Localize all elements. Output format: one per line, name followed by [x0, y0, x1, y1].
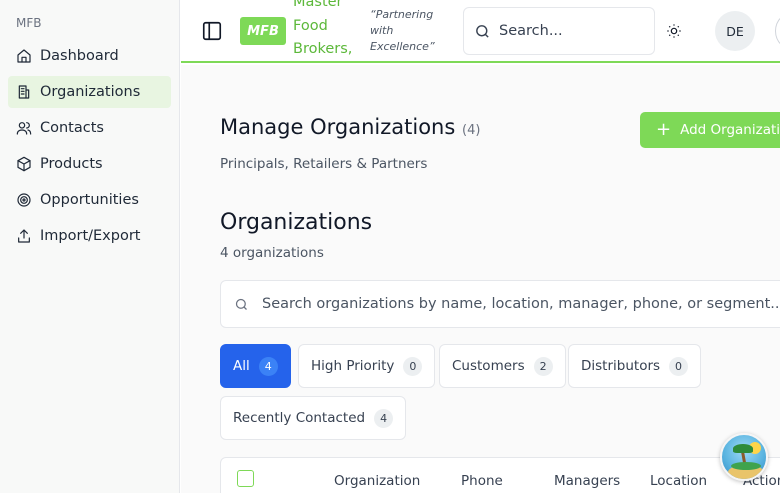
filter-label: Distributors	[581, 358, 661, 374]
sidebar-item-label: Organizations	[40, 84, 141, 100]
column-header-phone[interactable]: Phone	[461, 473, 503, 489]
avatar[interactable]: DE	[715, 11, 755, 51]
theme-toggle-button[interactable]	[666, 23, 682, 39]
column-header-managers[interactable]: Managers	[554, 473, 620, 489]
column-header-organization[interactable]: Organization	[334, 473, 420, 489]
global-search[interactable]	[463, 7, 655, 55]
search-input[interactable]	[499, 23, 639, 39]
filter-count: 0	[669, 356, 689, 376]
filter-label: High Priority	[311, 358, 395, 374]
add-organization-label: Add Organization	[680, 122, 780, 138]
section-subtitle: 4 organizations	[220, 245, 324, 261]
sun-icon	[667, 24, 681, 38]
filter-count: 0	[403, 356, 423, 376]
filter-label: Recently Contacted	[233, 410, 366, 426]
sidebar-item-label: Opportunities	[40, 192, 139, 208]
sidebar-item-label: Import/Export	[40, 228, 141, 244]
sidebar-toggle-button[interactable]	[201, 20, 223, 42]
tagline: “Partnering with Excellence”	[370, 8, 435, 53]
table-header: Organization Phone Managers Location Act…	[220, 457, 780, 493]
sidebar-item-products[interactable]: Products	[8, 148, 171, 180]
organization-search[interactable]	[220, 280, 780, 328]
top-header: MFB Master Food Brokers, Inc. “Partnerin…	[181, 0, 780, 81]
target-icon	[16, 192, 32, 208]
sidebar-item-import-export[interactable]: Import/Export	[8, 220, 171, 252]
page-title-count: (4)	[462, 123, 481, 138]
logo[interactable]: MFB	[240, 17, 286, 45]
filter-all[interactable]: All 4	[220, 344, 291, 388]
sidebar-brand: MFB	[16, 16, 42, 30]
users-icon	[16, 120, 32, 136]
filter-customers[interactable]: Customers 2	[439, 344, 566, 388]
home-icon	[16, 48, 32, 64]
sidebar-item-organizations[interactable]: Organizations	[8, 76, 171, 108]
search-icon	[476, 24, 489, 38]
plus-icon: +	[656, 119, 672, 140]
organization-search-input[interactable]	[262, 296, 780, 312]
sidebar-item-label: Dashboard	[40, 48, 119, 64]
package-icon	[16, 156, 32, 172]
section-title: Organizations	[220, 210, 373, 235]
page-subtitle: Principals, Retailers & Partners	[220, 156, 428, 172]
filter-count: 4	[374, 408, 394, 428]
add-organization-button[interactable]: + Add Organization	[640, 112, 780, 148]
search-icon	[235, 298, 247, 310]
page-title: Manage Organizations	[220, 115, 456, 139]
filter-high-priority[interactable]: High Priority 0	[298, 344, 436, 388]
column-header-location[interactable]: Location	[650, 473, 707, 489]
filter-label: All	[233, 358, 250, 374]
filter-count: 4	[258, 356, 278, 376]
filter-recently-contacted[interactable]: Recently Contacted 4	[220, 396, 407, 440]
island-avatar-icon[interactable]	[720, 433, 768, 481]
filter-count: 2	[533, 356, 553, 376]
user-menu-button[interactable]	[775, 11, 780, 51]
filter-distributors[interactable]: Distributors 0	[568, 344, 702, 388]
upload-icon	[16, 228, 32, 244]
building-icon	[16, 84, 32, 100]
filter-label: Customers	[452, 358, 525, 374]
sidebar: MFB Dashboard Organizations Contacts Pro…	[0, 0, 180, 493]
select-all-checkbox[interactable]	[237, 470, 254, 487]
sidebar-item-contacts[interactable]: Contacts	[8, 112, 171, 144]
sidebar-item-dashboard[interactable]: Dashboard	[8, 40, 171, 72]
main-content: Manage Organizations (4) Principals, Ret…	[181, 65, 780, 493]
sidebar-item-label: Products	[40, 156, 103, 172]
panel-left-icon	[202, 21, 222, 41]
sidebar-item-label: Contacts	[40, 120, 104, 136]
sidebar-item-opportunities[interactable]: Opportunities	[8, 184, 171, 216]
